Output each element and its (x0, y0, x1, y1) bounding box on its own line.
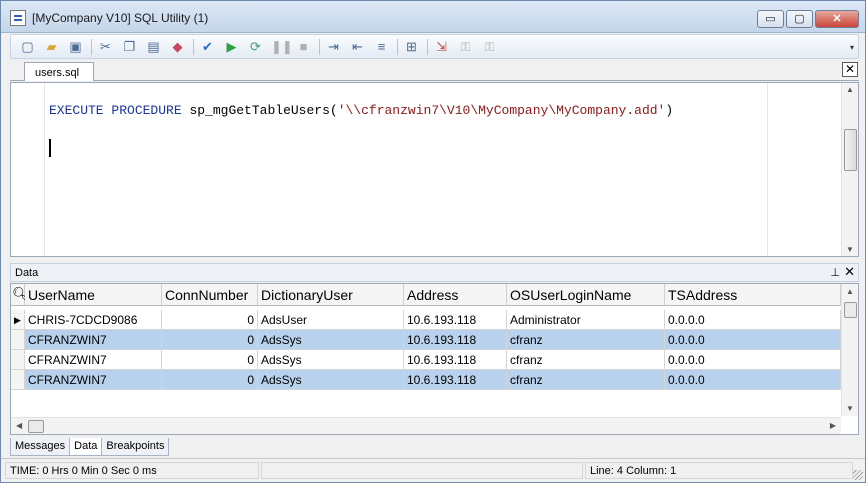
table-cell[interactable]: AdsUser (258, 310, 404, 330)
line-gutter (11, 83, 45, 256)
table-cell[interactable]: CFRANZWIN7 (25, 370, 162, 390)
status-bar: TIME: 0 Hrs 0 Min 0 Sec 0 ms Line: 4 Col… (1, 458, 865, 482)
table-cell[interactable]: 0.0.0.0 (665, 370, 841, 390)
close-tab-icon[interactable]: ✕ (842, 62, 858, 77)
sql-editor[interactable]: EXECUTE PROCEDURE sp_mgGetTableUsers('\\… (10, 82, 859, 257)
run-icon[interactable]: ▶ (223, 39, 240, 55)
table-cell[interactable]: 0.0.0.0 (665, 350, 841, 370)
procedure-name: sp_mgGetTableUsers (189, 103, 330, 118)
table-cell[interactable]: 10.6.193.118 (404, 330, 507, 350)
eraser-icon[interactable]: ◆ (169, 39, 186, 55)
tab-data[interactable]: Data (69, 438, 103, 456)
scroll-down-icon[interactable]: ▼ (846, 245, 854, 254)
grid-corner-search-icon[interactable]: 🔍︎ (11, 284, 30, 306)
scroll-right-icon[interactable]: ▶ (830, 421, 836, 430)
close-button[interactable]: ✕ (815, 10, 859, 28)
grid-vertical-scrollbar[interactable]: ▲ ▼ (841, 284, 858, 416)
export-icon[interactable]: ⇲ (433, 39, 450, 55)
table-cell[interactable]: 10.6.193.118 (404, 350, 507, 370)
sql-utility-window: [MyCompany V10] SQL Utility (1) ▭ ▢ ✕ ▢ … (0, 0, 866, 483)
pin-icon[interactable]: ⊥ (830, 266, 840, 279)
stop-icon[interactable]: ■ (295, 39, 312, 55)
scroll-left-icon[interactable]: ◀ (16, 421, 22, 430)
copy-icon[interactable]: ❐ (121, 39, 138, 55)
scroll-down-icon[interactable]: ▼ (846, 404, 854, 413)
paste-icon[interactable]: ▤ (145, 39, 162, 55)
scroll-thumb[interactable] (844, 129, 857, 171)
window-icon[interactable]: ⊞ (403, 39, 420, 55)
new-file-icon[interactable]: ▢ (19, 39, 36, 55)
toolbar: ▢ ▰ ▣ ✂ ❐ ▤ ◆ ✔ ▶ ⟳ ❚❚ ■ ⇥ ⇤ ≡ ⊞ ⇲ ⚿ ⚿ ▾ (10, 34, 859, 59)
scroll-up-icon[interactable]: ▲ (846, 85, 854, 94)
table-cell[interactable]: 0.0.0.0 (665, 310, 841, 330)
indent-icon[interactable]: ⇥ (325, 39, 342, 55)
column-header-address[interactable]: Address (404, 284, 507, 306)
table-cell[interactable]: 0 (162, 310, 258, 330)
editor-vertical-scrollbar[interactable]: ▲ ▼ (841, 83, 858, 256)
scroll-up-icon[interactable]: ▲ (846, 287, 854, 296)
table-cell[interactable]: cfranz (507, 370, 665, 390)
run-step-icon[interactable]: ⟳ (247, 39, 264, 55)
table-cell[interactable]: cfranz (507, 330, 665, 350)
close-data-panel-icon[interactable]: ✕ (844, 265, 855, 279)
data-panel-title: Data (15, 267, 39, 279)
scroll-thumb[interactable] (844, 302, 857, 318)
data-panel-header: Data ⊥ ✕ (10, 263, 859, 282)
toolbar-overflow-icon[interactable]: ▾ (850, 43, 854, 52)
open-folder-icon[interactable]: ▰ (43, 39, 60, 55)
title-bar[interactable]: [MyCompany V10] SQL Utility (1) ▭ ▢ ✕ (1, 1, 865, 33)
pause-icon[interactable]: ❚❚ (271, 39, 293, 55)
scroll-thumb[interactable] (28, 420, 44, 433)
bottom-tab-bar: Messages Data Breakpoints (10, 438, 170, 456)
column-header-connnumber[interactable]: ConnNumber (162, 284, 258, 306)
keyword-procedure: PROCEDURE (111, 103, 182, 118)
table-cell[interactable]: 0 (162, 330, 258, 350)
table-cell[interactable]: CFRANZWIN7 (25, 330, 162, 350)
minimize-button[interactable]: ▭ (757, 10, 784, 28)
table-cell[interactable]: AdsSys (258, 370, 404, 390)
comment-icon[interactable]: ≡ (373, 39, 390, 55)
table-cell[interactable]: cfranz (507, 350, 665, 370)
column-header-tsaddress[interactable]: TSAddress (665, 284, 841, 306)
tab-messages[interactable]: Messages (10, 438, 71, 456)
sql-code-line: EXECUTE PROCEDURE sp_mgGetTableUsers('\\… (49, 103, 674, 118)
table-cell[interactable]: 0 (162, 370, 258, 390)
results-grid[interactable]: 🔍︎ UserName ConnNumber DictionaryUser Ad… (10, 283, 859, 435)
column-header-osuserloginname[interactable]: OSUserLoginName (507, 284, 665, 306)
table-cell[interactable]: 10.6.193.118 (404, 310, 507, 330)
table-cell[interactable]: AdsSys (258, 350, 404, 370)
lock-dim-icon[interactable]: ⚿ (481, 39, 498, 55)
table-cell[interactable]: 0.0.0.0 (665, 330, 841, 350)
cut-icon[interactable]: ✂ (97, 39, 114, 55)
outdent-icon[interactable]: ⇤ (349, 39, 366, 55)
save-icon[interactable]: ▣ (67, 39, 84, 55)
column-header-dictionaryuser[interactable]: DictionaryUser (258, 284, 404, 306)
tab-users-sql[interactable]: users.sql (24, 62, 94, 81)
resize-grip-icon[interactable] (853, 470, 863, 480)
keyword-execute: EXECUTE (49, 103, 104, 118)
table-cell[interactable]: Administrator (507, 310, 665, 330)
lock-icon[interactable]: ⚿ (457, 39, 474, 55)
check-syntax-icon[interactable]: ✔ (199, 39, 216, 55)
table-cell[interactable]: AdsSys (258, 330, 404, 350)
tab-breakpoints[interactable]: Breakpoints (101, 438, 170, 456)
table-cell[interactable]: 0 (162, 350, 258, 370)
column-header-username[interactable]: UserName (25, 284, 162, 306)
maximize-button[interactable]: ▢ (786, 10, 813, 28)
current-row-icon: ▶ (11, 310, 25, 330)
window-title: [MyCompany V10] SQL Utility (1) (32, 11, 209, 25)
table-cell[interactable]: 10.6.193.118 (404, 370, 507, 390)
text-caret (49, 139, 51, 157)
table-cell[interactable]: CHRIS-7CDCD9086 (25, 310, 162, 330)
grid-horizontal-scrollbar[interactable]: ◀ ▶ (11, 417, 841, 434)
table-cell[interactable]: CFRANZWIN7 (25, 350, 162, 370)
string-argument: '\\cfranzwin7\V10\MyCompany\MyCompany.ad… (337, 103, 666, 118)
app-icon (10, 10, 26, 26)
status-cursor-position: Line: 4 Column: 1 (585, 462, 853, 479)
status-time: TIME: 0 Hrs 0 Min 0 Sec 0 ms (5, 462, 259, 479)
editor-tab-bar: users.sql ✕ (10, 59, 859, 81)
